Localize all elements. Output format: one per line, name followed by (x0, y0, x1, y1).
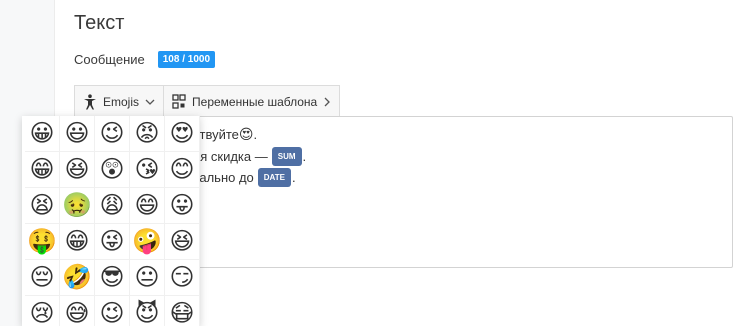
emoji-option[interactable]: 😘 (130, 152, 165, 188)
emoji-option[interactable]: 😢 (25, 296, 60, 326)
emoji-option[interactable]: 😆 (165, 224, 200, 260)
emoji-option[interactable]: 😐 (130, 260, 165, 296)
emoji-option[interactable]: 😷 (165, 296, 200, 326)
section-title: Текст (74, 12, 125, 34)
character-counter-badge: 108 / 1000 (157, 51, 216, 68)
variable-tag-sum[interactable]: SUM (271, 147, 302, 166)
emoji-option[interactable]: 😈 (130, 296, 165, 326)
emoji-option[interactable]: 🤣 (60, 260, 95, 296)
emoji-option[interactable]: 🤪 (130, 224, 165, 260)
emoji-picker-panel: 😀 😃 😉 😡 😍 😁 😆 😲 😘 😊 😫 🤢 😩 😄 😛 🤑 😁 😜 🤪 😆 😔 🤣 😎 😐 😏 😢 😅 😉 😈 😷 (22, 116, 200, 326)
editor-toolbar: Emojis Переменные шаблона (74, 85, 341, 117)
chevron-down-icon (145, 98, 155, 106)
emoji-option[interactable]: 😁 (25, 152, 60, 188)
emoji-option[interactable]: 😏 (165, 260, 200, 296)
emoji-option[interactable]: 😔 (25, 260, 60, 296)
emoji-option[interactable]: 😡 (130, 116, 165, 152)
emoji-option[interactable]: 😛 (165, 188, 200, 224)
emoji-option[interactable]: 😲 (95, 152, 130, 188)
emoji-option[interactable]: 😅 (60, 296, 95, 326)
emojis-label: Emojis (103, 94, 140, 109)
emojis-dropdown-button[interactable]: Emojis (75, 86, 163, 117)
editor-line: уально до DATE. (193, 168, 296, 187)
message-label: Сообщение (74, 52, 145, 67)
emoji-option[interactable]: 😍 (165, 116, 200, 152)
editor-line: ая скидка — SUM. (193, 147, 307, 166)
emoji-option[interactable]: 😊 (165, 152, 200, 188)
emoji-option[interactable]: 😎 (95, 260, 130, 296)
emoji-grid: 😀 😃 😉 😡 😍 😁 😆 😲 😘 😊 😫 🤢 😩 😄 😛 🤑 😁 😜 🤪 😆 😔 🤣 😎 😐 😏 😢 😅 😉 😈 😷 (22, 116, 200, 326)
emoji-option[interactable]: 😀 (25, 116, 60, 152)
emoji-option[interactable]: 😫 (25, 188, 60, 224)
emoji-option[interactable]: 😉 (95, 296, 130, 326)
emoji-option[interactable]: 😄 (130, 188, 165, 224)
emoji-option[interactable]: 😆 (60, 152, 95, 188)
message-header: Сообщение 108 / 1000 (74, 51, 216, 68)
variable-tag-date[interactable]: DATE (257, 168, 291, 187)
emoji-option[interactable]: 😉 (95, 116, 130, 152)
emoji-option[interactable]: 😁 (60, 224, 95, 260)
emoji-option[interactable]: 😜 (95, 224, 130, 260)
person-icon (83, 93, 97, 110)
emoji-option[interactable]: 😃 (60, 116, 95, 152)
editor-line: ствуйте 😍. (193, 126, 258, 142)
emoji-option[interactable]: 😩 (95, 188, 130, 224)
emoji-option[interactable]: 🤑 (25, 224, 60, 260)
emoji-option[interactable]: 🤢 (60, 188, 95, 224)
chevron-right-icon (323, 97, 331, 107)
emoji-inline: 😍 (238, 126, 254, 142)
template-variables-button[interactable]: Переменные шаблона (163, 86, 339, 117)
variables-icon (172, 93, 186, 110)
variables-label: Переменные шаблона (192, 94, 318, 109)
